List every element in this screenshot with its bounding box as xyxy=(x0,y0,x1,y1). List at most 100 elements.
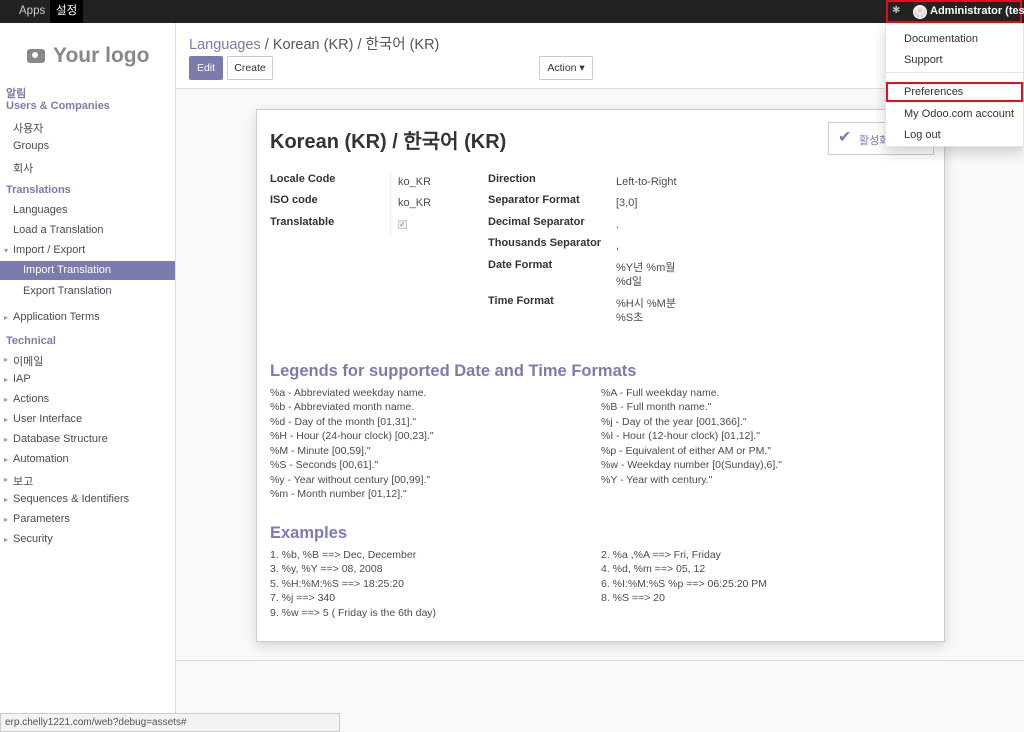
user-menu-toggle[interactable]: ✱ Administrator (test) xyxy=(886,0,1024,23)
caret-right-icon: ▸ xyxy=(4,515,9,524)
legend-item: %b - Abbreviated month name. xyxy=(270,401,415,413)
legend-item: %w - Weekday number [0(Sunday),6]." xyxy=(601,459,782,471)
legend-item: %m - Month number [01,12]." xyxy=(270,488,407,500)
menu-divider xyxy=(886,72,1023,73)
field-label-direction: Direction xyxy=(488,173,536,185)
check-icon: ✔ xyxy=(838,129,852,146)
caret-right-icon: ▸ xyxy=(4,415,9,424)
field-label-decimal-separator: Decimal Separator xyxy=(488,216,585,228)
sidebar-item-automation[interactable]: Automation xyxy=(13,453,69,465)
field-label-translatable: Translatable xyxy=(270,216,335,228)
legend-item: %B - Full month name." xyxy=(601,401,712,413)
edit-button[interactable]: Edit xyxy=(189,56,223,80)
legend-item: %S - Seconds [00,61]." xyxy=(270,459,379,471)
camera-icon xyxy=(27,49,45,63)
example-item: 5. %H:%M:%S ==> 18:25:20 xyxy=(270,578,404,590)
sidebar-item-users[interactable]: 사용자 xyxy=(13,120,43,136)
sidebar-section-technical[interactable]: Technical xyxy=(6,335,56,347)
action-dropdown[interactable]: Action ▾ xyxy=(539,56,593,80)
sidebar-item-security[interactable]: Security xyxy=(13,533,53,545)
sidebar-item-export-translation[interactable]: Export Translation xyxy=(23,285,112,297)
debug-icon[interactable]: ✱ xyxy=(892,6,902,16)
top-navbar: Apps 설정 ✱ Administrator (test) xyxy=(0,0,1024,23)
settings-menu[interactable]: 설정 xyxy=(50,0,84,23)
legend-item: %a - Abbreviated weekday name. xyxy=(270,387,427,399)
field-label-date-format: Date Format xyxy=(488,259,553,271)
sidebar-item-languages[interactable]: Languages xyxy=(13,204,67,216)
legends-heading: Legends for supported Date and Time Form… xyxy=(270,362,637,380)
caret-right-icon: ▸ xyxy=(4,375,9,384)
menu-item-preferences[interactable]: Preferences xyxy=(904,86,963,98)
caret-right-icon: ▸ xyxy=(4,313,9,322)
legend-item: %H - Hour (24-hour clock) [00,23]." xyxy=(270,430,434,442)
breadcrumb-current: Korean (KR) / 한국어 (KR) xyxy=(272,37,440,53)
translatable-checkbox[interactable]: ✓ xyxy=(398,220,407,229)
company-logo[interactable]: Your logo xyxy=(27,41,157,71)
sidebar-item-iap[interactable]: IAP xyxy=(13,373,31,385)
legend-item: %M - Minute [00,59]." xyxy=(270,445,371,457)
create-button[interactable]: Create xyxy=(227,56,273,80)
user-dropdown-menu: Documentation Support Preferences My Odo… xyxy=(885,23,1024,147)
sidebar-item-import-translation[interactable]: Import Translation xyxy=(0,261,175,280)
avatar xyxy=(913,5,927,19)
caret-right-icon: ▸ xyxy=(4,355,9,364)
menu-item-logout[interactable]: Log out xyxy=(904,129,941,141)
field-label-separator-format: Separator Format xyxy=(488,194,580,206)
browser-status-bar: erp.chelly1221.com/web?debug=assets# xyxy=(0,713,340,732)
field-value-thousands-separator: , xyxy=(616,240,620,252)
legend-item: %j - Day of the year [001,366]." xyxy=(601,416,747,428)
legend-item: %Y - Year with century." xyxy=(601,474,713,486)
breadcrumb-separator: / xyxy=(264,37,269,53)
menu-item-odoo-account[interactable]: My Odoo.com account xyxy=(904,108,1014,120)
caret-right-icon: ▸ xyxy=(4,395,9,404)
field-value-iso-code: ko_KR xyxy=(398,197,432,209)
breadcrumb: Languages / Korean (KR) / 한국어 (KR) xyxy=(189,33,439,54)
legend-item: %y - Year without century [00,99]." xyxy=(270,474,431,486)
caret-right-icon: ▸ xyxy=(4,455,9,464)
sidebar-item-sequences[interactable]: Sequences & Identifiers xyxy=(13,493,129,505)
divider xyxy=(176,660,1024,661)
legend-item: %d - Day of the month [01,31]." xyxy=(270,416,417,428)
sidebar-section-translations[interactable]: Translations xyxy=(6,184,71,196)
caret-right-icon: ▸ xyxy=(4,535,9,544)
sidebar-item-groups[interactable]: Groups xyxy=(13,140,49,152)
logo-text: Your logo xyxy=(53,44,150,67)
breadcrumb-languages[interactable]: Languages xyxy=(189,37,261,53)
field-label-locale-code: Locale Code xyxy=(270,173,336,185)
apps-menu[interactable]: Apps xyxy=(13,0,51,23)
sidebar-section-notifications[interactable]: 알림 xyxy=(6,85,26,101)
sidebar-item-user-interface[interactable]: User Interface xyxy=(13,413,82,425)
example-item: 2. %a ,%A ==> Fri, Friday xyxy=(601,549,721,561)
record-title: Korean (KR) / 한국어 (KR) xyxy=(270,131,507,153)
caret-right-icon: ▸ xyxy=(4,435,9,444)
menu-item-documentation[interactable]: Documentation xyxy=(904,33,978,45)
example-item: 7. %j ==> 340 xyxy=(270,592,336,604)
examples-heading: Examples xyxy=(270,524,348,542)
sidebar-item-reporting[interactable]: 보고 xyxy=(13,473,33,489)
field-value-date-format: %Y년 %m월 %d일 xyxy=(616,262,676,288)
sidebar-section-users-companies[interactable]: Users & Companies xyxy=(6,100,110,112)
sidebar-item-database-structure[interactable]: Database Structure xyxy=(13,433,108,445)
field-value-separator-format: [3,0] xyxy=(616,197,638,209)
example-item: 3. %y, %Y ==> 08, 2008 xyxy=(270,563,383,575)
field-value-decimal-separator: . xyxy=(616,219,620,231)
example-item: 9. %w ==> 5 ( Friday is the 6th day) xyxy=(270,607,437,619)
menu-item-support[interactable]: Support xyxy=(904,54,943,66)
sidebar-item-application-terms[interactable]: Application Terms xyxy=(13,311,100,323)
caret-right-icon: ▸ xyxy=(4,475,9,484)
sidebar-item-companies[interactable]: 회사 xyxy=(13,160,33,176)
sidebar-item-parameters[interactable]: Parameters xyxy=(13,513,70,525)
legend-item: %A - Full weekday name. xyxy=(601,387,720,399)
sidebar-item-actions[interactable]: Actions xyxy=(13,393,49,405)
sidebar-item-email[interactable]: 이메일 xyxy=(13,353,43,369)
legend-item: %I - Hour (12-hour clock) [01,12]." xyxy=(601,430,760,442)
field-value-direction: Left-to-Right xyxy=(616,176,677,188)
sidebar-item-import-export[interactable]: Import / Export xyxy=(13,244,85,256)
example-item: 4. %d, %m ==> 05, 12 xyxy=(601,563,706,575)
example-item: 8. %S ==> 20 xyxy=(601,592,665,604)
sidebar-item-load-translation[interactable]: Load a Translation xyxy=(13,224,104,236)
form-sheet: Korean (KR) / 한국어 (KR) ✔ 활성화 Locale Code… xyxy=(256,109,945,642)
field-label-time-format: Time Format xyxy=(488,295,554,307)
field-label-iso-code: ISO code xyxy=(270,194,318,206)
legend-item: %p - Equivalent of either AM or PM." xyxy=(601,445,772,457)
